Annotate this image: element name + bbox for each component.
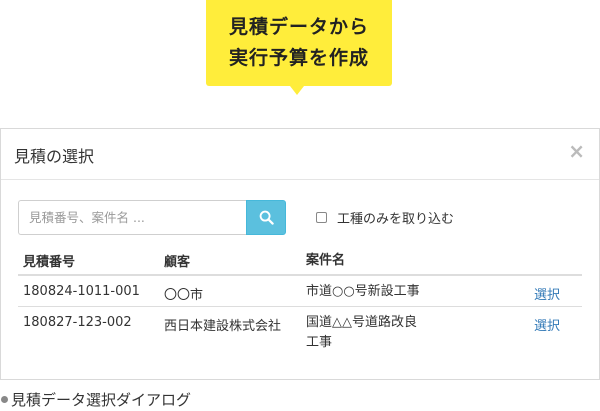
header-customer: 顧客 [164,255,191,270]
table-header: 見積番号 顧客 案件名 [18,245,582,276]
header-project-name: 案件名 [306,253,346,268]
cell-estimate-number: 180827-123-002 [23,315,132,330]
cell-project-name: 国道△△号道路改良 工事 [306,313,417,353]
header-estimate-number: 見積番号 [23,255,76,270]
callout-line-2: 実行予算を作成 [228,47,369,69]
close-button[interactable]: × [568,141,585,161]
import-work-type-only[interactable]: 工種のみを取り込む [316,208,454,227]
dialog-header: 見積の選択 × [1,129,599,180]
callout-tail [290,86,304,95]
cell-project-name: 市道○○号新設工事 [306,284,420,299]
table-row: 180827-123-002 西日本建設株式会社 国道△△号道路改良 工事 選択 [18,307,582,358]
select-link[interactable]: 選択 [534,284,560,303]
figure-caption: 見積データ選択ダイアログ [0,389,191,410]
select-link[interactable]: 選択 [534,315,560,334]
cell-estimate-number: 180824-1011-001 [23,284,140,299]
cell-customer: 西日本建設株式会社 [164,319,282,334]
dialog-title: 見積の選択 [14,147,95,166]
callout-balloon: 見積データから 実行予算を作成 [206,0,392,86]
bullet-icon [1,396,8,403]
cell-project-name-line-2: 工事 [306,335,333,350]
callout-line-1: 見積データから [228,16,369,38]
search-icon [259,210,274,225]
search-button[interactable] [246,200,286,235]
estimate-select-dialog: 見積の選択 × 工種のみを取り込む 見積番号 顧客 案件名 180824-101… [0,128,600,380]
caption-text: 見積データ選択ダイアログ [11,391,192,409]
table-row: 180824-1011-001 〇〇市 市道○○号新設工事 選択 [18,276,582,307]
cell-project-name-line-1: 国道△△号道路改良 [306,315,417,330]
search-input[interactable] [18,200,246,235]
checkbox-label: 工種のみを取り込む [337,212,455,227]
cell-customer: 〇〇市 [164,288,204,303]
checkbox[interactable] [316,212,327,223]
estimate-table: 見積番号 顧客 案件名 180824-1011-001 〇〇市 市道○○号新設工… [18,245,582,358]
